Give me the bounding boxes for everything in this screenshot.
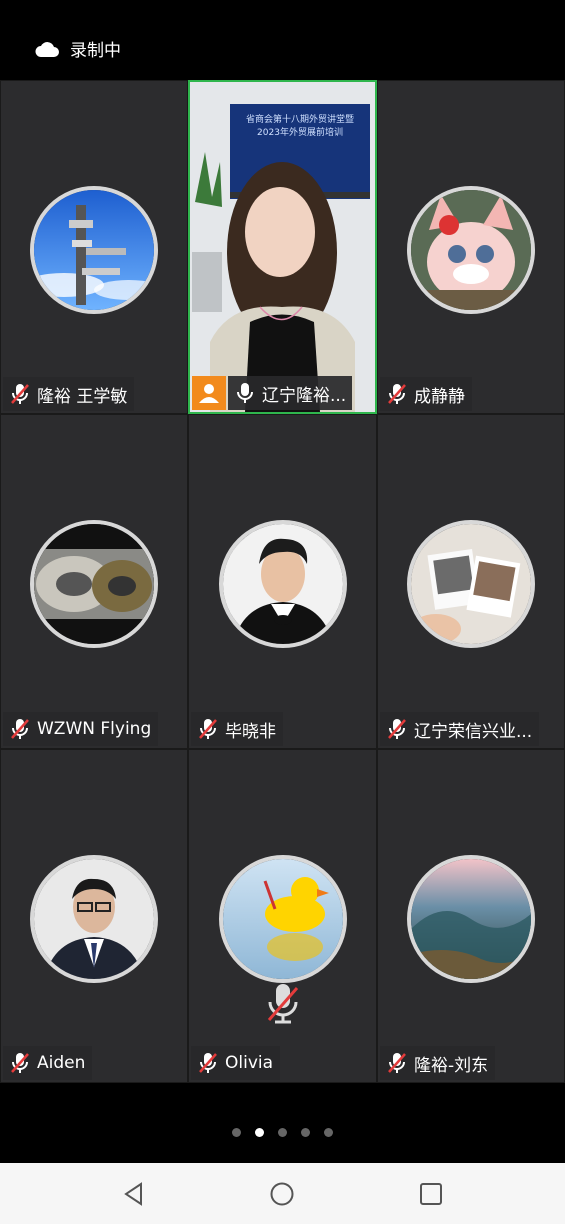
participant-tile[interactable]: Olivia [188,749,377,1083]
recents-icon [419,1182,442,1205]
avatar [218,520,347,648]
participant-name: 辽宁隆裕... [262,385,347,406]
name-tag: WZWN Flying [3,712,159,746]
back-button[interactable] [114,1174,154,1214]
slide-line-2: 2023年外贸展前培训 [257,128,343,138]
participant-name: 辽宁荣信兴业... [414,721,533,742]
home-button[interactable] [262,1174,302,1214]
participant-name: Olivia [225,1053,274,1073]
page-dot[interactable] [232,1128,241,1137]
participant-tile[interactable]: 隆裕-刘东 [377,749,565,1083]
participant-name: 隆裕 王学敏 [37,386,128,407]
participant-tile[interactable]: WZWN Flying [0,414,188,749]
participant-name: WZWN Flying [37,719,152,739]
name-tag: 辽宁隆裕... [228,376,353,410]
participant-tile[interactable]: Aiden [0,749,188,1083]
mic-icon [237,383,253,403]
home-icon [270,1182,294,1205]
mic-muted-icon [267,984,298,1024]
avatar [407,855,535,983]
participant-tile[interactable]: 毕晓非 [188,414,377,749]
mic-muted-icon [11,1053,29,1073]
mic-muted-icon [199,1053,217,1073]
name-tag: 毕晓非 [191,712,283,746]
participant-name: Aiden [37,1053,86,1073]
name-tag: Aiden [3,1046,93,1080]
participant-name: 成静静 [414,386,465,407]
mic-muted-icon [388,384,406,404]
avatar [30,855,158,983]
avatar [30,520,158,648]
recents-button[interactable] [411,1174,451,1214]
page-dot[interactable] [324,1128,333,1137]
person-icon [199,384,219,403]
avatar [218,855,347,983]
avatar [30,186,158,314]
mic-muted-icon [388,1053,406,1073]
participant-tile[interactable]: 隆裕 王学敏 [0,80,188,414]
back-icon [124,1181,143,1206]
avatar [407,520,535,648]
mic-muted-icon [11,719,29,739]
participant-tile[interactable]: 辽宁荣信兴业... [377,414,565,749]
participant-grid: 隆裕 王学敏 省商会第十八期外贸讲堂暨 2023年外贸展前培训 辽宁隆裕... … [0,80,565,1083]
host-badge [192,376,226,410]
slide-text: 省商会第十八期外贸讲堂暨 2023年外贸展前培训 [230,114,370,140]
mic-muted-icon [11,384,29,404]
page-dot-active[interactable] [255,1128,264,1137]
page-dot[interactable] [301,1128,310,1137]
cloud-icon [35,41,59,57]
participant-name: 毕晓非 [225,721,276,742]
page-indicator [0,1128,565,1137]
name-tag: 隆裕 王学敏 [3,377,135,411]
top-bar: 录制中 [0,0,565,80]
name-tag: 隆裕-刘东 [380,1046,496,1080]
name-tag: 辽宁荣信兴业... [380,712,540,746]
page-dot[interactable] [278,1128,287,1137]
participant-name: 隆裕-刘东 [414,1055,489,1076]
slide-line-1: 省商会第十八期外贸讲堂暨 [245,115,354,125]
avatar [407,186,535,314]
name-tag: 成静静 [380,377,472,411]
participant-tile[interactable]: 成静静 [377,80,565,414]
system-nav-bar [0,1163,565,1224]
recording-indicator[interactable]: 录制中 [34,36,121,61]
mic-muted-icon [199,719,217,739]
name-tag: Olivia [191,1046,281,1080]
recording-label: 录制中 [70,41,121,61]
mic-muted-icon [388,719,406,739]
active-speaker-tile[interactable]: 省商会第十八期外贸讲堂暨 2023年外贸展前培训 辽宁隆裕... [188,80,377,414]
